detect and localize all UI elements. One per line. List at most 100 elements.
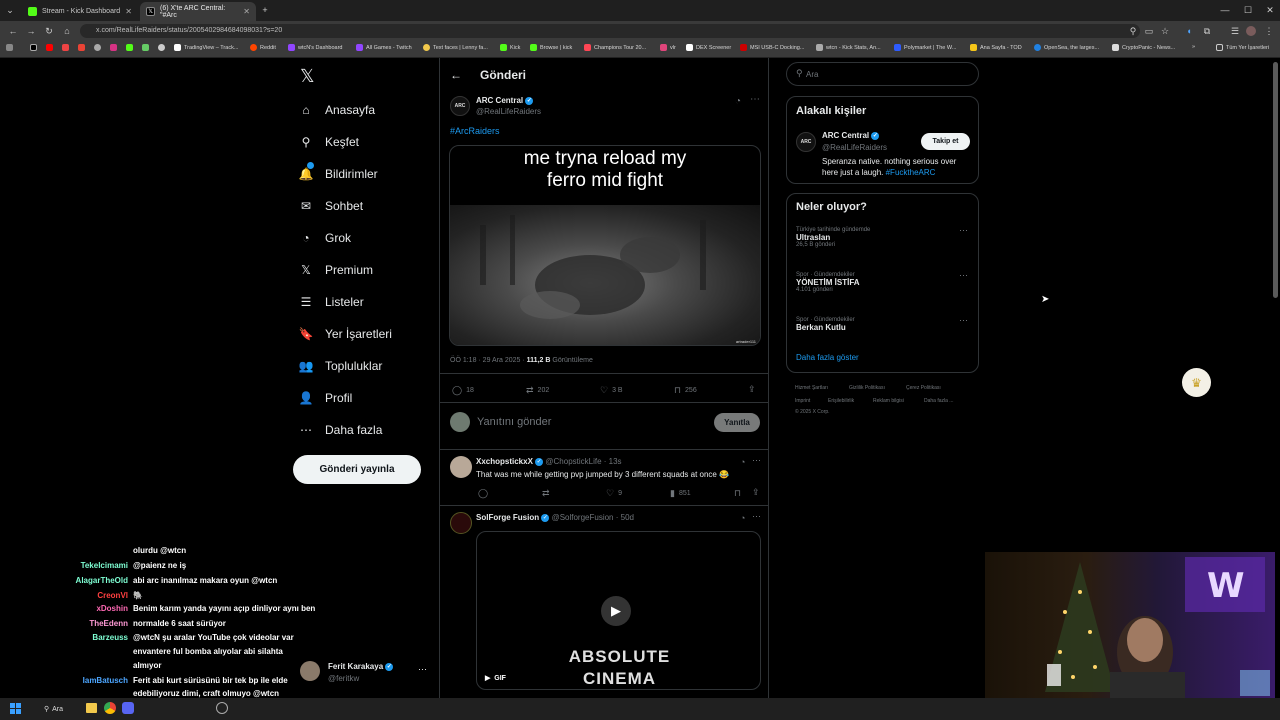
sidebar-item-more-circle[interactable]: ⋯ Daha fazla xyxy=(299,418,382,442)
reload-icon[interactable]: ↻ xyxy=(42,24,56,38)
bookmark-all-games[interactable]: All Games - Twitch xyxy=(356,44,412,51)
close-tab-icon[interactable]: ✕ xyxy=(125,7,132,16)
footer-more[interactable]: Daha fazla ... xyxy=(924,398,953,404)
footer-imprint[interactable]: Imprint xyxy=(795,398,810,404)
chrome-icon[interactable] xyxy=(104,702,116,714)
reply-button[interactable]: ◯ xyxy=(478,488,488,499)
start-icon[interactable] xyxy=(10,703,21,714)
bookmark-button[interactable]: ⊓ 256 xyxy=(674,385,697,396)
share-button[interactable]: ⇪ xyxy=(752,487,760,498)
back-arrow-icon[interactable]: ← xyxy=(450,68,462,82)
bookmark-github-icon[interactable] xyxy=(158,44,165,51)
post-button[interactable]: Gönderi yayınla xyxy=(293,455,421,484)
show-more-link[interactable]: Daha fazla göster xyxy=(796,353,859,362)
sidebar-item-mail[interactable]: ✉ Sohbet xyxy=(299,194,363,218)
bookmark-all-bookmarks[interactable]: Tüm Yer İşaretleri xyxy=(1216,44,1269,51)
maximize-icon[interactable]: ☐ xyxy=(1241,3,1255,17)
views-button[interactable]: ▮ 851 xyxy=(670,488,691,499)
tab-kick-dashboard[interactable]: Stream - Kick Dashboard ✕ xyxy=(22,2,138,21)
author-name[interactable]: ARC Central ✓ xyxy=(476,96,534,105)
like-button[interactable]: ♡ 9 xyxy=(606,488,622,499)
obs-icon[interactable] xyxy=(216,702,228,714)
account-handle[interactable]: @feritkw xyxy=(328,674,359,683)
account-name[interactable]: Ferit Karakaya ✓ xyxy=(328,662,394,671)
author-avatar[interactable]: ARC xyxy=(450,96,470,116)
more-options-icon[interactable]: ⋯ xyxy=(752,455,761,466)
grok-icon[interactable]: ◔ xyxy=(740,513,745,523)
bookmark-globe-icon[interactable] xyxy=(94,44,101,51)
footer-cookies[interactable]: Çerez Politikası xyxy=(906,385,941,391)
bookmark-red-icon[interactable] xyxy=(62,44,69,51)
sidebar-item-communities[interactable]: 👥 Topluluklar xyxy=(299,354,383,378)
reply-button[interactable]: ◯ 18 xyxy=(452,385,474,396)
new-tab-icon[interactable]: + xyxy=(258,3,272,17)
play-icon[interactable]: ▶ xyxy=(601,596,631,626)
bookmark-tradingview[interactable]: TradingView – Track... xyxy=(174,44,238,51)
reply-gif-media[interactable]: ▶ ABSOLUTE CINEMA ▶ GIF xyxy=(476,531,761,690)
bookmark-browse-kick[interactable]: Browse | kick xyxy=(530,44,572,51)
forward-icon[interactable]: → xyxy=(24,24,38,38)
reply-handle[interactable]: @SolforgeFusion · 50d xyxy=(552,513,634,522)
reply-handle[interactable]: @ChopstickLife · 13s xyxy=(545,457,621,466)
star-bookmark-icon[interactable]: ☆ xyxy=(1158,24,1172,38)
repost-button[interactable]: ⇄ xyxy=(542,488,550,499)
tab-search-icon[interactable]: ⌄ xyxy=(3,3,17,17)
extension-audio-icon[interactable]: ◖ xyxy=(1182,24,1196,38)
follow-button[interactable]: Takip et xyxy=(921,133,970,150)
url-input[interactable]: x.com/RealLifeRaiders/status/20054029846… xyxy=(80,24,1140,38)
x-logo-icon[interactable]: 𝕏 xyxy=(300,66,315,87)
bookmark-dex-screener[interactable]: DEX Screener xyxy=(686,44,731,51)
menu-kebab-icon[interactable]: ⋮ xyxy=(1262,24,1276,38)
grok-icon[interactable]: ◔ xyxy=(735,96,741,107)
reply-avatar[interactable] xyxy=(450,456,472,478)
sidebar-item-search[interactable]: ⚲ Keşfet xyxy=(299,130,359,154)
close-tab-icon[interactable]: ✕ xyxy=(243,7,250,16)
related-avatar[interactable]: ARC xyxy=(796,132,816,152)
bookmark-polymarket[interactable]: Polymarket | The W... xyxy=(894,44,956,51)
extensions-icon[interactable]: ⧉ xyxy=(1200,24,1214,38)
file-explorer-icon[interactable] xyxy=(86,703,97,713)
bio-hashtag[interactable]: #FucktheARC xyxy=(886,168,936,177)
taskbar-search[interactable]: ⚲ Ara xyxy=(36,702,76,716)
like-button[interactable]: ♡ 3 B xyxy=(600,385,623,396)
footer-terms[interactable]: Hizmet Şartları xyxy=(795,385,828,391)
discord-icon[interactable] xyxy=(122,702,134,714)
bookmark-ana-sayfa-tod[interactable]: Ana Sayfa - TOD xyxy=(970,44,1022,51)
footer-ads-info[interactable]: Reklam bilgisi xyxy=(873,398,904,404)
bookmark-vlr[interactable]: vlr xyxy=(660,44,676,51)
minimize-icon[interactable]: — xyxy=(1218,3,1232,17)
trend-item[interactable]: Türkiye tarihinde gündemde Ultraslan 26,… xyxy=(796,227,971,248)
account-more-icon[interactable]: ⋯ xyxy=(418,664,427,675)
bookmark-cryptopanic[interactable]: CryptoPanic - News... xyxy=(1112,44,1175,51)
footer-accessibility[interactable]: Erişilebilirlik xyxy=(828,398,854,404)
sidebar-item-home[interactable]: ⌂ Anasayfa xyxy=(299,98,375,122)
post-hashtag[interactable]: #ArcRaiders xyxy=(450,126,500,136)
bookmark-champions-tour[interactable]: Champions Tour 20... xyxy=(584,44,646,51)
window-close-icon[interactable]: ✕ xyxy=(1263,3,1277,17)
bookmark-x-icon[interactable] xyxy=(30,44,37,51)
grok-icon[interactable]: ◔ xyxy=(740,457,745,467)
sidebar-item-bell[interactable]: 🔔 Bildirimler xyxy=(299,162,378,186)
bookmarks-overflow-icon[interactable]: » xyxy=(1192,44,1195,50)
reply-input[interactable]: Yanıtını gönder xyxy=(477,416,551,428)
bookmark-button[interactable]: ⊓ xyxy=(734,488,741,499)
bookmark-k-icon[interactable] xyxy=(126,44,133,51)
sidebar-item-profile[interactable]: 👤 Profil xyxy=(299,386,353,410)
account-avatar[interactable] xyxy=(300,661,320,681)
reply-avatar[interactable] xyxy=(450,512,472,534)
bookmark-green-icon[interactable] xyxy=(142,44,149,51)
trend-more-icon[interactable]: ⋯ xyxy=(959,270,968,281)
trend-item[interactable]: Spor · Gündemdekiler Berkan Kutlu xyxy=(796,317,971,332)
search-box[interactable]: ⚲ Ara xyxy=(786,62,979,86)
reply-submit-button[interactable]: Yanıtla xyxy=(714,413,760,432)
bookmark-kick[interactable]: Kick xyxy=(500,44,520,51)
bookmark-wtcn-dashboard[interactable]: wtcN's Dashboard xyxy=(288,44,342,51)
sidepanel-icon[interactable]: ☰ xyxy=(1228,24,1242,38)
bookmark-y-icon[interactable] xyxy=(110,44,117,51)
bookmark-youtube-icon[interactable] xyxy=(46,44,53,51)
footer-privacy[interactable]: Gizlilik Politikası xyxy=(849,385,885,391)
back-icon[interactable]: ← xyxy=(6,24,20,38)
page-scrollbar[interactable] xyxy=(1273,62,1278,298)
more-options-icon[interactable]: ⋯ xyxy=(752,511,761,522)
bookmark-reddit[interactable]: Reddit xyxy=(250,44,276,51)
